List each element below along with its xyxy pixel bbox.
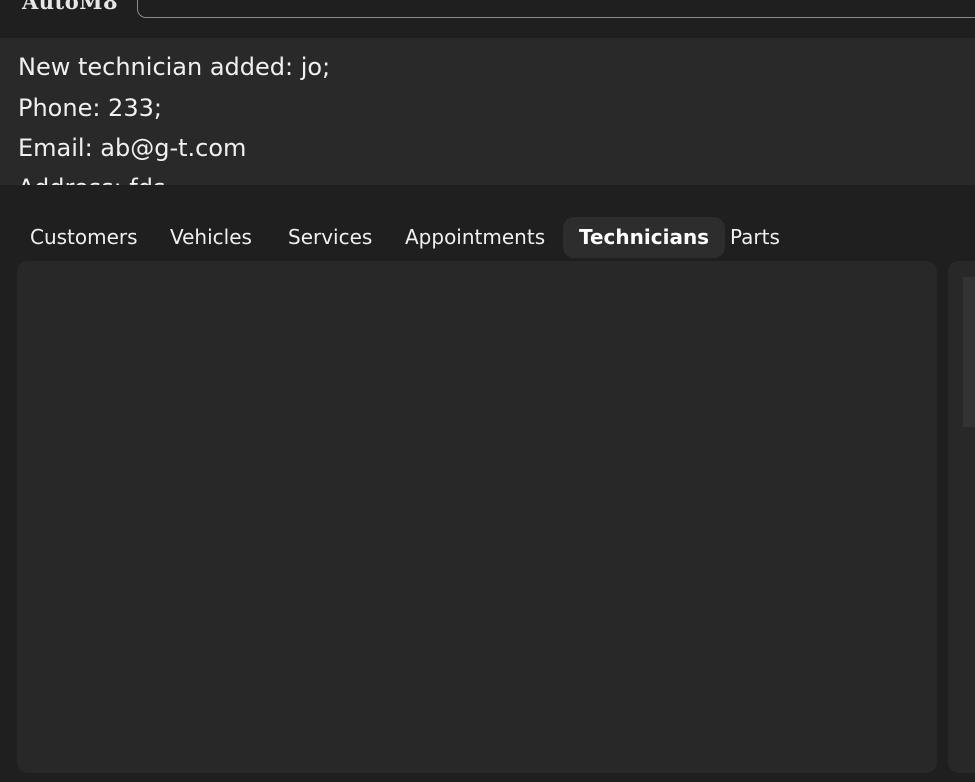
tab-vehicles[interactable]: Vehicles: [170, 217, 252, 258]
technicians-list-panel: [17, 261, 937, 773]
app-title: AutoM8: [22, 0, 119, 14]
notification-line-phone: Phone: 233;: [18, 94, 162, 122]
notification-line-address: Address: fds: [18, 173, 165, 185]
tab-appointments[interactable]: Appointments: [405, 217, 545, 258]
app-header: AutoM8: [0, 0, 975, 38]
tab-customers[interactable]: Customers: [30, 217, 138, 258]
search-input[interactable]: [137, 0, 975, 18]
app-window: AutoM8 New technician added: jo; Phone: …: [0, 0, 975, 782]
tab-view: Customers Vehicles Services Appointments…: [0, 185, 975, 782]
notification-panel: New technician added: jo; Phone: 233; Em…: [0, 38, 975, 185]
tab-services[interactable]: Services: [288, 217, 372, 258]
notification-line-email: Email: ab@g-t.com: [18, 134, 247, 162]
scrollbar-thumb[interactable]: [963, 277, 975, 427]
tab-technicians[interactable]: Technicians: [563, 217, 726, 258]
notification-line-technician: New technician added: jo;: [18, 53, 331, 81]
tab-parts[interactable]: Parts: [730, 217, 780, 258]
